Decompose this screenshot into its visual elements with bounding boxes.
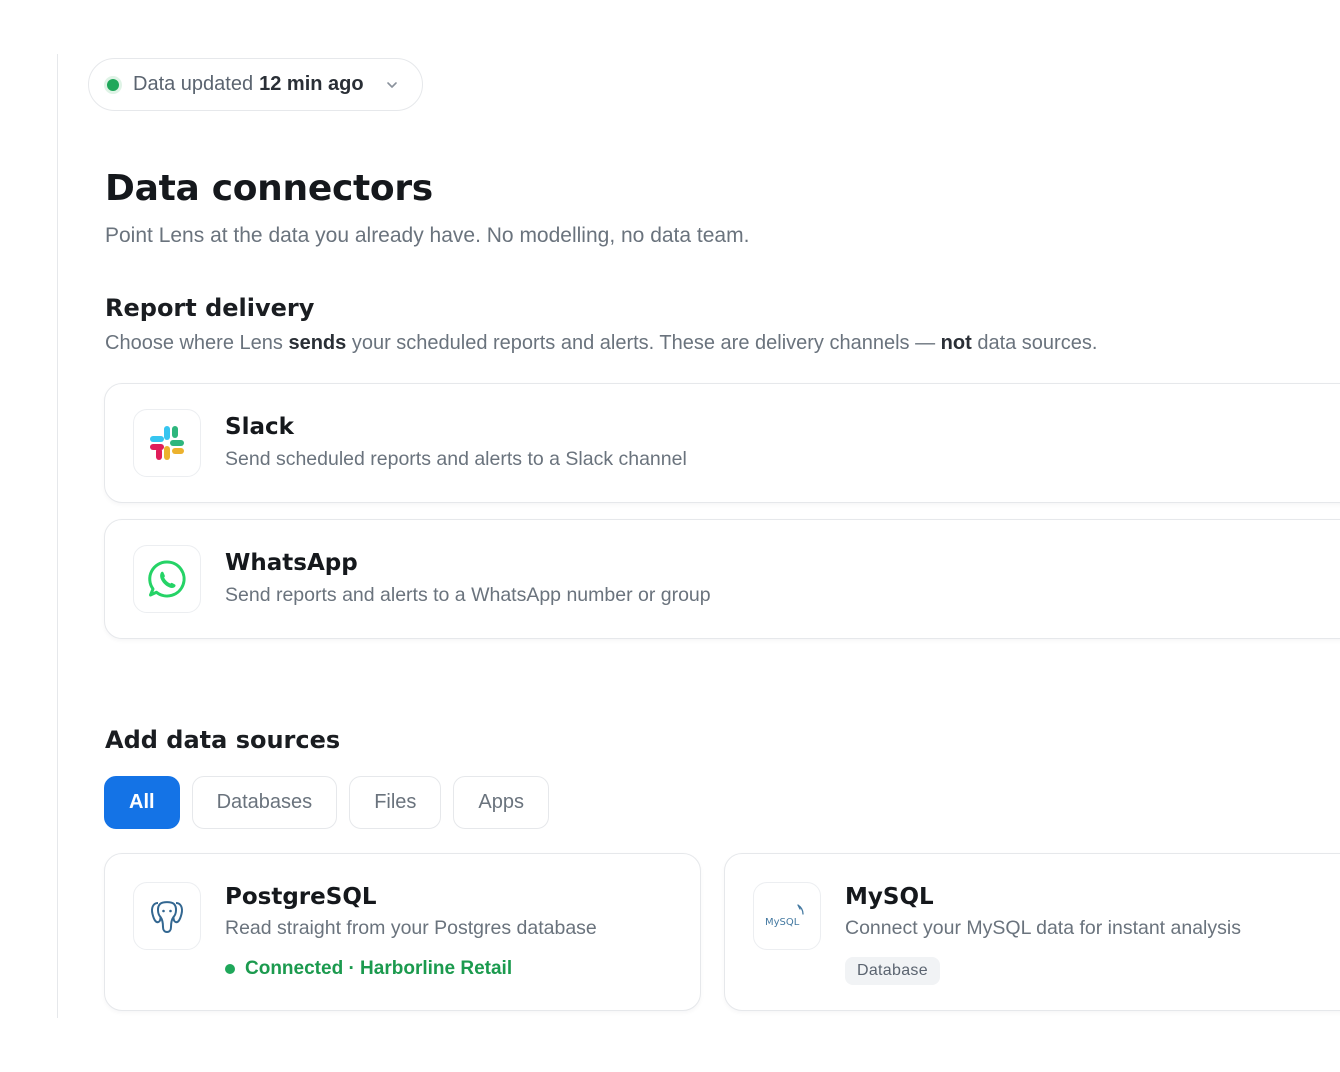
tab-files[interactable]: Files <box>349 776 442 829</box>
connected-dot-icon <box>225 964 235 974</box>
chevron-down-icon <box>382 75 402 95</box>
whatsapp-title: WhatsApp <box>225 550 358 576</box>
data-connectors-page: Data updated 12 min ago Data connectors … <box>0 0 1340 1072</box>
report-delivery-subtitle: Choose where Lens sends your scheduled r… <box>105 332 1098 354</box>
connection-status-label: Connected · Harborline Retail <box>245 958 513 979</box>
report-delivery-title: Report delivery <box>105 294 315 322</box>
data-updated-dropdown[interactable]: Data updated 12 min ago <box>88 58 423 111</box>
mysql-title: MySQL <box>845 884 934 910</box>
status-dot-icon <box>107 78 119 91</box>
source-filter-tabs: All Databases Files Apps <box>104 776 550 829</box>
slack-description: Send scheduled reports and alerts to a S… <box>225 448 687 470</box>
tab-all[interactable]: All <box>104 776 180 829</box>
slack-title: Slack <box>225 414 294 440</box>
whatsapp-channel-card[interactable]: WhatsApp Send reports and alerts to a Wh… <box>104 519 1340 639</box>
page-title: Data connectors <box>105 168 433 209</box>
postgresql-icon <box>133 882 201 950</box>
tab-apps[interactable]: Apps <box>453 776 550 829</box>
mysql-description: Connect your MySQL data for instant anal… <box>845 917 1241 939</box>
source-type-badge: Database <box>845 957 940 985</box>
sidebar-divider <box>57 54 58 1018</box>
slack-icon <box>133 409 201 477</box>
svg-text:MySQL: MySQL <box>765 917 800 928</box>
add-data-sources-title: Add data sources <box>105 726 341 754</box>
mysql-icon: MySQL <box>753 882 821 950</box>
page-subtitle: Point Lens at the data you already have.… <box>105 224 750 247</box>
whatsapp-icon <box>133 545 201 613</box>
status-time: 12 min ago <box>259 73 364 95</box>
status-prefix: Data updated <box>133 73 254 95</box>
slack-channel-card[interactable]: Slack Send scheduled reports and alerts … <box>104 383 1340 503</box>
mysql-source-card[interactable]: MySQL MySQL Connect your MySQL data for … <box>724 853 1340 1011</box>
tab-databases[interactable]: Databases <box>191 776 338 829</box>
connection-status: Connected · Harborline Retail <box>225 958 512 980</box>
whatsapp-description: Send reports and alerts to a WhatsApp nu… <box>225 584 711 606</box>
postgresql-description: Read straight from your Postgres databas… <box>225 917 597 939</box>
postgresql-source-card[interactable]: PostgreSQL Read straight from your Postg… <box>104 853 701 1011</box>
postgresql-title: PostgreSQL <box>225 884 377 910</box>
